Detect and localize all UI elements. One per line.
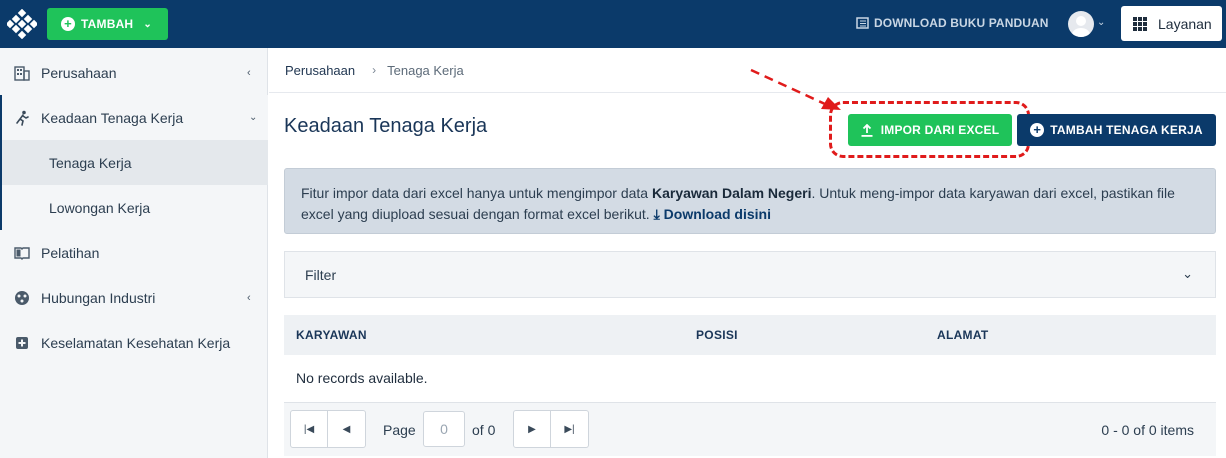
chevron-left-icon: ‹ — [247, 291, 251, 304]
sidebar-subitem-label: Tenaga Kerja — [49, 154, 132, 171]
medical-plus-icon — [16, 336, 28, 349]
items-count-info: 0 - 0 of 0 items — [1101, 422, 1194, 438]
tambah-tenaga-kerja-button[interactable]: + TAMBAH TENAGA KERJA — [1017, 114, 1216, 146]
sidebar-item-label: Pelatihan — [41, 244, 100, 261]
info-bold-text: Karyawan Dalam Negeri — [651, 185, 812, 201]
download-guide-label: DOWNLOAD BUKU PANDUAN — [874, 16, 1049, 30]
book-icon — [856, 17, 869, 29]
layanan-button[interactable]: Layanan — [1121, 6, 1222, 41]
sidebar-item-hubungan-industri[interactable]: Hubungan Industri ‹ — [0, 275, 268, 320]
sidebar-subitem-tenaga-kerja[interactable]: Tenaga Kerja — [0, 140, 268, 185]
kemnaker-logo-icon[interactable] — [7, 9, 37, 39]
last-page-button[interactable]: ▶| — [551, 410, 589, 448]
grid-icon — [1133, 16, 1147, 31]
column-header-karyawan[interactable]: KARYAWAN — [296, 328, 367, 342]
sidebar-item-label: Perusahaan — [41, 64, 117, 81]
page-title: Keadaan Tenaga Kerja — [284, 115, 488, 137]
info-text-1: Fitur impor data dari excel hanya untuk … — [301, 185, 652, 201]
breadcrumb-parent-link[interactable]: Perusahaan — [285, 63, 355, 78]
next-page-button[interactable]: ▶ — [513, 410, 551, 448]
prev-page-button[interactable]: ◀ — [328, 410, 366, 448]
sidebar-item-label: Keselamatan Kesehatan Kerja — [41, 334, 231, 351]
community-icon — [15, 290, 29, 305]
plus-circle-icon: + — [1030, 123, 1045, 137]
download-icon: ⤓ — [653, 206, 660, 222]
impor-dari-excel-button[interactable]: IMPOR DARI EXCEL — [848, 114, 1012, 146]
empty-table-message: No records available. — [296, 370, 428, 386]
sidebar-item-keadaan-tenaga-kerja[interactable]: Keadaan Tenaga Kerja ⌄ — [0, 95, 268, 140]
chevron-down-icon: ⌄ — [1182, 266, 1193, 281]
info-alert: Fitur impor data dari excel hanya untuk … — [284, 168, 1216, 234]
building-icon — [14, 65, 30, 81]
chevron-down-icon[interactable]: ⌄ — [1097, 17, 1105, 28]
running-person-icon — [16, 110, 29, 126]
user-silhouette-icon — [1072, 16, 1090, 37]
page-total-label: of 0 — [472, 422, 496, 438]
next-page-icon: ▶ — [528, 423, 536, 435]
sidebar-subitem-label: Lowongan Kerja — [49, 199, 151, 216]
prev-page-icon: ◀ — [342, 423, 351, 435]
download-guide-link[interactable]: DOWNLOAD BUKU PANDUAN — [856, 16, 1049, 30]
first-page-icon: |◀ — [303, 423, 315, 435]
sidebar-item-pelatihan[interactable]: Pelatihan — [0, 230, 268, 275]
column-header-posisi[interactable]: POSISI — [696, 328, 738, 342]
tambah-tk-label: TAMBAH TENAGA KERJA — [1050, 123, 1203, 137]
chevron-down-icon: ⌄ — [143, 18, 152, 30]
breadcrumb-current: Tenaga Kerja — [387, 62, 464, 78]
upload-icon — [861, 123, 873, 137]
impor-label: IMPOR DARI EXCEL — [880, 123, 1000, 137]
tambah-label: TAMBAH — [81, 17, 134, 31]
sidebar-item-perusahaan[interactable]: Perusahaan ‹ — [0, 50, 268, 95]
download-template-link[interactable]: ⤓ Download disini — [654, 206, 771, 222]
filter-label: Filter — [305, 266, 337, 283]
table-header: KARYAWAN POSISI ALAMAT — [284, 315, 1216, 355]
first-page-button[interactable]: |◀ — [290, 410, 328, 448]
download-template-label: Download disini — [663, 206, 771, 222]
pagination-bar: |◀ ◀ Page of 0 ▶ ▶| 0 - 0 of 0 items — [284, 402, 1216, 456]
column-header-alamat[interactable]: ALAMAT — [937, 328, 989, 342]
book-icon — [14, 246, 30, 260]
filter-panel-toggle[interactable]: Filter ⌄ — [284, 251, 1216, 298]
sidebar-subitem-lowongan-kerja[interactable]: Lowongan Kerja — [0, 185, 268, 230]
page-label: Page — [383, 422, 416, 438]
sidebar-item-label: Keadaan Tenaga Kerja — [41, 109, 184, 126]
sidebar-item-label: Hubungan Industri — [41, 289, 156, 306]
plus-circle-icon: + — [61, 17, 75, 31]
sidebar-item-keselamatan-kesehatan-kerja[interactable]: Keselamatan Kesehatan Kerja — [0, 320, 268, 365]
tambah-dropdown-button[interactable]: + TAMBAH ⌄ — [47, 8, 168, 40]
user-avatar[interactable] — [1068, 11, 1094, 37]
last-page-icon: ▶| — [564, 423, 575, 435]
chevron-right-icon: › — [372, 63, 377, 77]
sidebar: Perusahaan ‹ Keadaan Tenaga Kerja ⌄ Tena… — [0, 48, 268, 458]
page-number-input[interactable] — [423, 411, 465, 447]
chevron-down-icon: ⌄ — [249, 112, 258, 123]
top-navbar: + TAMBAH ⌄ DOWNLOAD BUKU PANDUAN ⌄ Layan… — [0, 0, 1226, 48]
layanan-label: Layanan — [1158, 15, 1212, 32]
chevron-left-icon: ‹ — [247, 66, 251, 79]
